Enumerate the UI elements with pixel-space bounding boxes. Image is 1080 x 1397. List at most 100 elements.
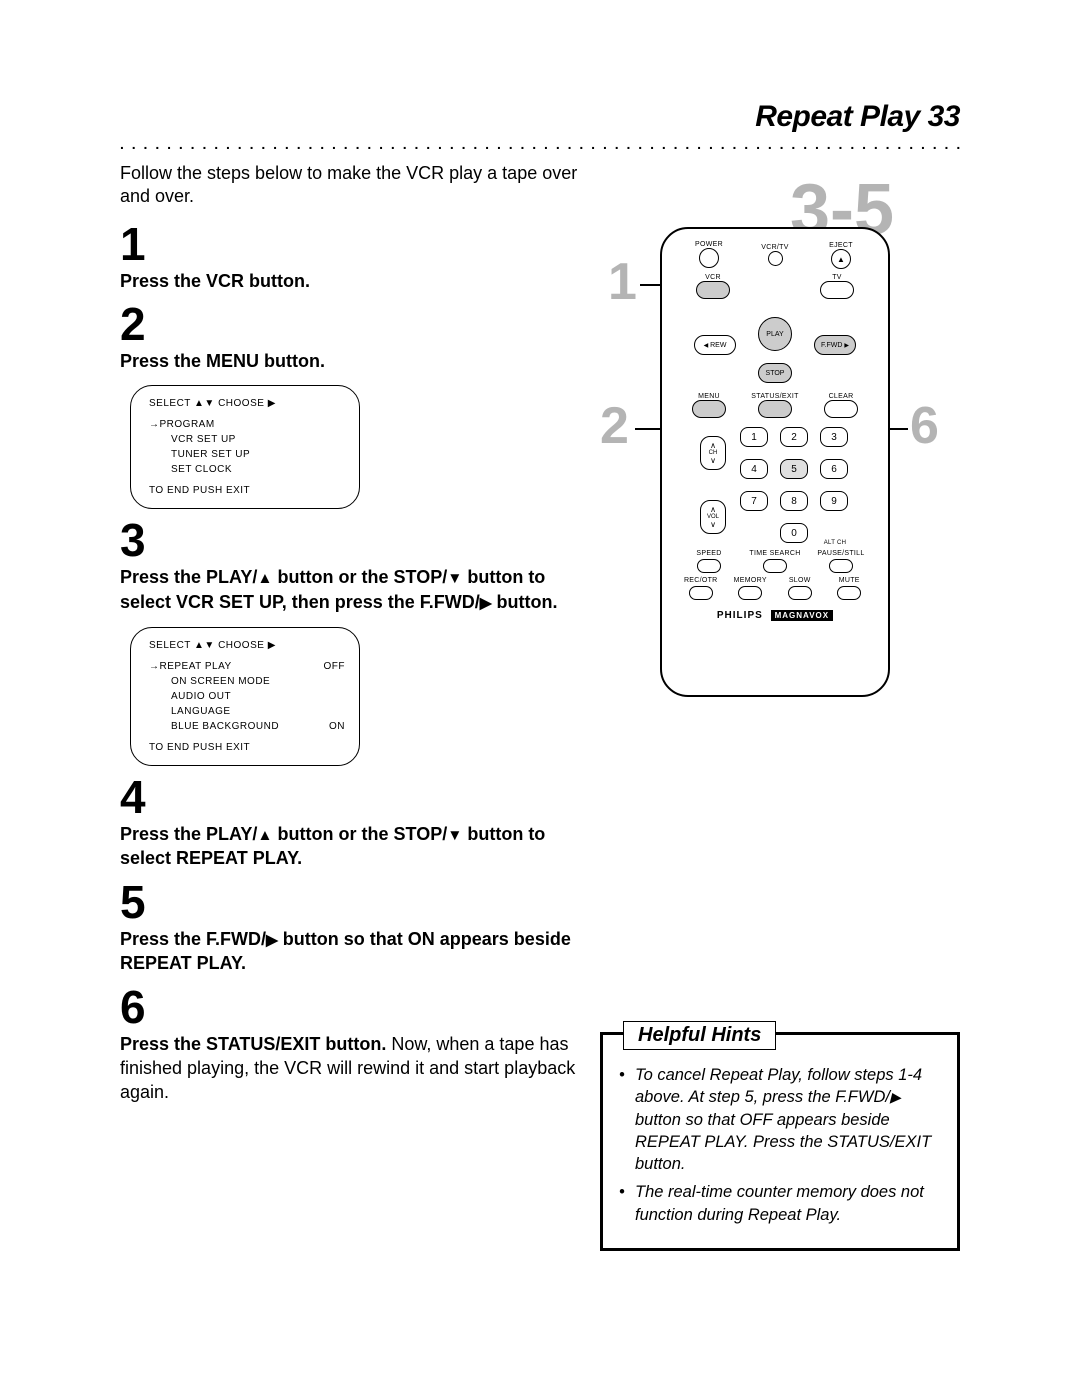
- pausestill-label: PAUSE/STILL: [808, 550, 874, 557]
- mute-button[interactable]: [837, 586, 861, 600]
- down-triangle-icon: ▼: [447, 826, 462, 847]
- clear-label: CLEAR: [808, 393, 874, 400]
- hint1-a: To cancel Repeat Play, follow steps 1-4 …: [635, 1066, 922, 1106]
- brand-magnavox: MAGNAVOX: [771, 610, 834, 621]
- intro-text: Follow the steps below to make the VCR p…: [120, 162, 580, 209]
- right-triangle-icon: ▶: [890, 1088, 901, 1107]
- slow-label: SLOW: [775, 577, 825, 584]
- dotted-rule: . . . . . . . . . . . . . . . . . . . . …: [120, 136, 960, 152]
- key-4[interactable]: 4: [740, 459, 768, 479]
- step-number-5: 5: [120, 879, 580, 925]
- tv-label: TV: [820, 274, 854, 281]
- speed-label: SPEED: [676, 550, 742, 557]
- osd2-item-2: LANGUAGE: [149, 704, 345, 719]
- step-6: Press the STATUS/EXIT button. Now, when …: [120, 1032, 580, 1105]
- chevron-up-icon: ∧: [710, 505, 716, 514]
- left-triangle-icon: ◀: [704, 342, 709, 349]
- key-3[interactable]: 3: [820, 427, 848, 447]
- osd1-item-2: TUNER SET UP: [149, 447, 345, 462]
- number-keypad: 1 2 3 ∧CH∨ 4 5 6 7 8 9 ∧VOL∨ 0 ALT CH: [676, 424, 874, 546]
- osd1-item-1: VCR SET UP: [149, 432, 345, 447]
- ffwd-label: F.FWD: [821, 342, 842, 349]
- play-label: PLAY: [766, 331, 783, 338]
- osd1-header: SELECT ▲▼ CHOOSE ▶: [149, 396, 345, 411]
- menu-label: MENU: [676, 393, 742, 400]
- step-5: Press the F.FWD/▶ button so that ON appe…: [120, 927, 580, 976]
- menu-button[interactable]: [692, 400, 726, 418]
- osd2-item-0: ON SCREEN MODE: [149, 674, 345, 689]
- volume-rocker[interactable]: ∧VOL∨: [700, 500, 726, 534]
- key-2[interactable]: 2: [780, 427, 808, 447]
- brand-philips: PHILIPS: [717, 610, 763, 621]
- step3-p2: button or the STOP/: [273, 567, 448, 587]
- pausestill-button[interactable]: [829, 559, 853, 573]
- eject-button[interactable]: ▲: [831, 249, 851, 269]
- ffwd-button[interactable]: F.FWD ▶: [814, 335, 856, 355]
- hint-2: The real-time counter memory does not fu…: [619, 1181, 941, 1226]
- vcrtv-button[interactable]: [768, 251, 783, 266]
- tv-button[interactable]: [820, 281, 854, 299]
- brand-row: PHILIPS MAGNAVOX: [676, 610, 874, 621]
- rew-button[interactable]: ◀ REW: [694, 335, 736, 355]
- recotr-button[interactable]: [689, 586, 713, 600]
- key-7[interactable]: 7: [740, 491, 768, 511]
- step-1-text: Press the VCR button.: [120, 271, 310, 291]
- timesearch-button[interactable]: [763, 559, 787, 573]
- status-exit-button[interactable]: [758, 400, 792, 418]
- stop-button[interactable]: STOP: [758, 363, 792, 383]
- key-1[interactable]: 1: [740, 427, 768, 447]
- step-number-2: 2: [120, 301, 580, 347]
- play-button[interactable]: PLAY: [758, 317, 792, 351]
- vcrtv-label: VCR/TV: [742, 244, 808, 251]
- up-triangle-icon: ▲: [257, 826, 272, 847]
- page-number: 33: [928, 100, 960, 133]
- eject-label: EJECT: [808, 242, 874, 249]
- page-header: Repeat Play 33: [120, 100, 960, 134]
- remote-control: POWER VCR/TV EJECT▲ VCR TV PLAY ◀ REW F.…: [660, 227, 890, 697]
- step4-p2: button or the STOP/: [273, 824, 448, 844]
- altch-label: ALT CH: [820, 540, 850, 546]
- right-triangle-icon: ▶: [844, 342, 849, 349]
- key-0[interactable]: 0: [780, 523, 808, 543]
- hints-title: Helpful Hints: [623, 1021, 776, 1050]
- speed-button[interactable]: [697, 559, 721, 573]
- power-button[interactable]: [699, 248, 719, 268]
- memory-label: MEMORY: [726, 577, 776, 584]
- page: Repeat Play 33 . . . . . . . . . . . . .…: [120, 100, 960, 1104]
- step-number-4: 4: [120, 774, 580, 820]
- chevron-down-icon: ∨: [710, 520, 716, 529]
- channel-rocker[interactable]: ∧CH∨: [700, 436, 726, 470]
- step-2-text: Press the MENU button.: [120, 351, 325, 371]
- step-number-3: 3: [120, 517, 580, 563]
- timesearch-label: TIME SEARCH: [742, 550, 808, 557]
- vcr-button[interactable]: [696, 281, 730, 299]
- vcr-label: VCR: [696, 274, 730, 281]
- status-label: STATUS/EXIT: [742, 393, 808, 400]
- mute-label: MUTE: [825, 577, 875, 584]
- chevron-down-icon: ∨: [710, 456, 716, 465]
- step-number-6: 6: [120, 984, 580, 1030]
- step4-p1: Press the PLAY/: [120, 824, 257, 844]
- memory-button[interactable]: [738, 586, 762, 600]
- slow-button[interactable]: [788, 586, 812, 600]
- callout-1: 1: [608, 256, 637, 308]
- recotr-label: REC/OTR: [676, 577, 726, 584]
- osd2-r2l: BLUE BACKGROUND: [171, 719, 279, 734]
- key-8[interactable]: 8: [780, 491, 808, 511]
- up-triangle-icon: ▲: [257, 569, 272, 590]
- key-6[interactable]: 6: [820, 459, 848, 479]
- clear-button[interactable]: [824, 400, 858, 418]
- step5-p1: Press the F.FWD/: [120, 929, 266, 949]
- key-5[interactable]: 5: [780, 459, 808, 479]
- step6-bold: Press the STATUS/EXIT button.: [120, 1034, 386, 1054]
- rew-label: REW: [710, 342, 726, 349]
- osd-menu-2: SELECT ▲▼ CHOOSE ▶ →REPEAT PLAYOFF ON SC…: [130, 627, 360, 766]
- helpful-hints-box: Helpful Hints To cancel Repeat Play, fol…: [600, 1032, 960, 1251]
- osd1-item-0: →PROGRAM: [149, 417, 345, 432]
- right-triangle-icon: ▶: [480, 594, 492, 615]
- step-4: Press the PLAY/▲ button or the STOP/▼ bu…: [120, 822, 580, 871]
- osd2-r2r: ON: [329, 719, 345, 734]
- osd2-header: SELECT ▲▼ CHOOSE ▶: [149, 638, 345, 653]
- right-triangle-icon: ▶: [266, 931, 278, 952]
- key-9[interactable]: 9: [820, 491, 848, 511]
